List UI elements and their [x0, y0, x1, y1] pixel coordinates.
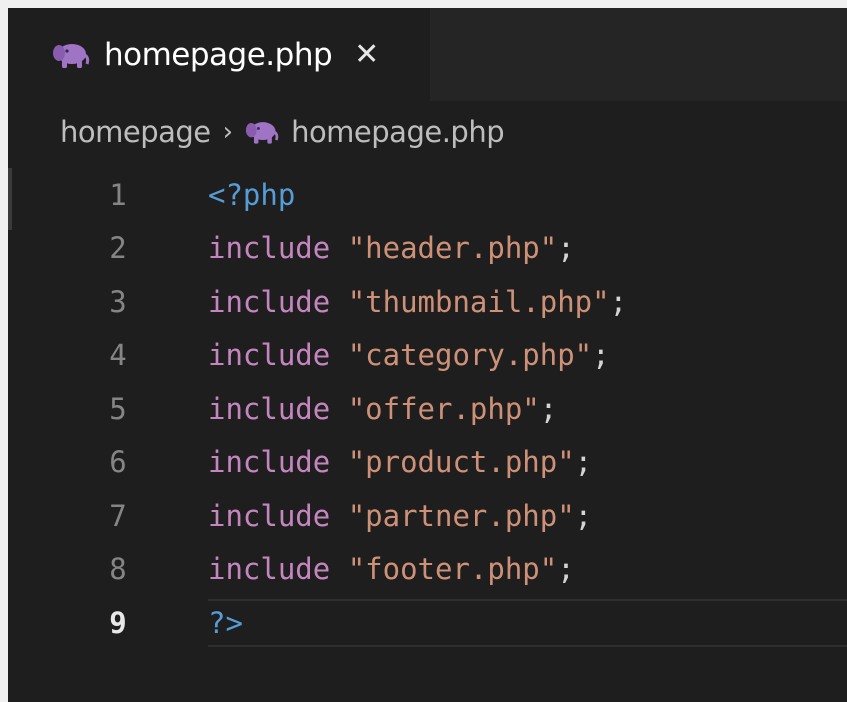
- punctuation-token: [330, 445, 347, 479]
- code-line[interactable]: 6 include "product.php";: [8, 436, 847, 490]
- line-number: 6: [109, 445, 127, 480]
- punctuation-token: ;: [557, 231, 575, 266]
- breadcrumb-file[interactable]: homepage.php: [291, 115, 505, 149]
- punctuation-token: ;: [557, 552, 575, 587]
- line-code: include "offer.php";: [208, 392, 557, 426]
- string-token: "product.php": [347, 445, 575, 480]
- tab-homepage-php[interactable]: homepage.php ✕: [8, 8, 430, 101]
- line-number: 8: [109, 552, 127, 587]
- code-line[interactable]: 7 include "partner.php";: [8, 489, 847, 543]
- code-line[interactable]: 5 include "offer.php";: [8, 382, 847, 436]
- line-code: include "footer.php";: [208, 552, 575, 586]
- line-number: 5: [109, 391, 127, 426]
- punctuation-token: [330, 231, 347, 265]
- code-line[interactable]: 2 include "header.php";: [8, 222, 847, 276]
- line-number: 1: [109, 177, 127, 212]
- php-elephant-icon: [53, 43, 90, 68]
- line-code: include "product.php";: [208, 445, 592, 479]
- string-token: "footer.php": [347, 552, 558, 587]
- punctuation-token: [330, 552, 347, 586]
- string-token: "offer.php": [347, 391, 540, 426]
- php-tag-token: ?>: [208, 605, 243, 640]
- breadcrumb-folder[interactable]: homepage: [60, 115, 211, 149]
- punctuation-token: [330, 499, 347, 533]
- code-line[interactable]: 1 <?php: [8, 168, 847, 222]
- string-token: "partner.php": [347, 498, 575, 533]
- line-code: include "category.php";: [208, 338, 610, 372]
- line-number: 9: [109, 605, 127, 640]
- punctuation-token: ;: [539, 391, 558, 426]
- line-code: <?php: [208, 178, 295, 212]
- keyword-token: include: [208, 552, 331, 587]
- current-line-highlight: [208, 599, 847, 647]
- punctuation-token: ;: [609, 284, 628, 319]
- close-icon[interactable]: ✕: [354, 39, 379, 70]
- keyword-token: include: [208, 498, 331, 533]
- line-code: include "thumbnail.php";: [208, 285, 627, 319]
- line-number: 4: [109, 338, 127, 373]
- code-line[interactable]: 8 include "footer.php";: [8, 543, 847, 597]
- keyword-token: include: [208, 391, 331, 426]
- punctuation-token: ;: [574, 498, 593, 533]
- breadcrumb: homepage › homepage.php: [8, 101, 847, 163]
- line-code: ?>: [208, 606, 243, 640]
- code-area[interactable]: 1 <?php 2 include "header.php"; 3 include "th…: [8, 168, 847, 650]
- punctuation-token: [330, 285, 347, 319]
- punctuation-token: [330, 338, 347, 372]
- tab-label: homepage.php: [104, 36, 333, 73]
- code-line[interactable]: 4 include "category.php";: [8, 329, 847, 383]
- string-token: "thumbnail.php": [347, 284, 610, 319]
- php-elephant-icon: [245, 122, 279, 144]
- punctuation-token: ;: [574, 445, 593, 480]
- keyword-token: include: [208, 284, 331, 319]
- code-editor: homepage.php ✕ homepage › homepage.php 1…: [8, 8, 847, 702]
- tab-bar: homepage.php ✕: [8, 8, 847, 101]
- string-token: "header.php": [347, 231, 558, 266]
- line-number: 7: [109, 498, 127, 533]
- keyword-token: include: [208, 445, 331, 480]
- code-line[interactable]: 3 include "thumbnail.php";: [8, 275, 847, 329]
- line-code: include "partner.php";: [208, 499, 592, 533]
- keyword-token: include: [208, 338, 331, 373]
- line-code: include "header.php";: [208, 231, 575, 265]
- chevron-right-icon: ›: [222, 117, 234, 147]
- line-number: 3: [109, 284, 127, 319]
- php-tag-token: <?php: [208, 177, 296, 212]
- keyword-token: include: [208, 231, 331, 266]
- punctuation-token: [330, 392, 347, 426]
- line-number: 2: [109, 231, 127, 266]
- punctuation-token: ;: [592, 338, 610, 373]
- string-token: "category.php": [347, 338, 593, 373]
- code-line[interactable]: 9 ?>: [8, 596, 847, 650]
